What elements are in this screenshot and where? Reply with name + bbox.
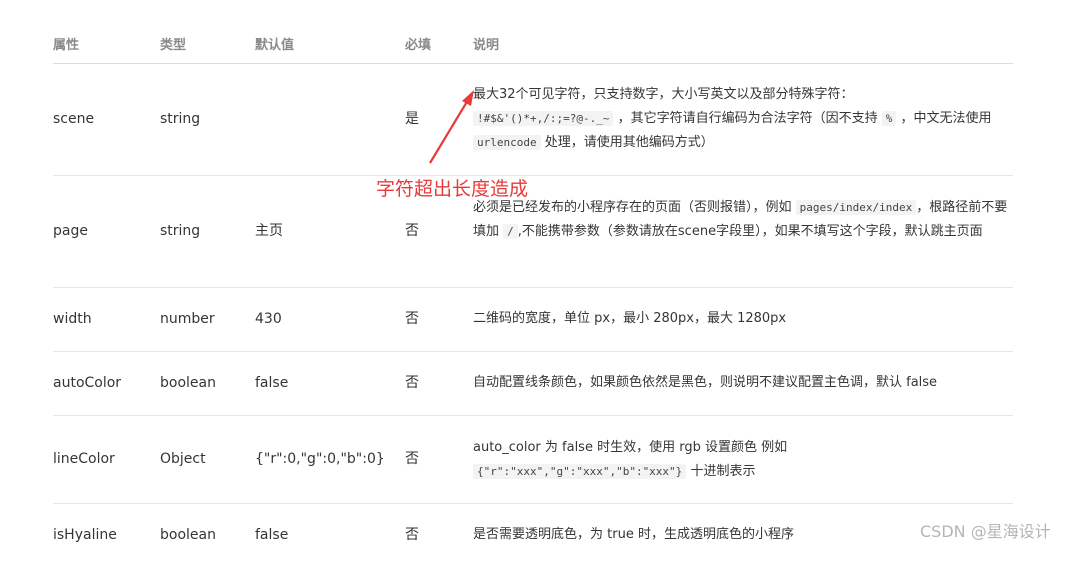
cell-name: lineColor	[53, 451, 115, 467]
desc-code: {"r":"xxx","g":"xxx","b":"xxx"}	[473, 464, 687, 479]
cell-name: width	[53, 311, 92, 327]
desc-text: 处理，请使用其他编码方式）	[544, 135, 714, 150]
cell-desc: 必须是已经发布的小程序存在的页面（否则报错），例如 pages/index/in…	[473, 196, 1015, 244]
desc-text: auto_color 为 false 时生效，使用 rgb 设置颜色 例如	[473, 440, 788, 455]
cell-desc: 最大32个可见字符，只支持数字，大小写英文以及部分特殊字符： !#$&'()*+…	[473, 83, 1015, 155]
cell-default: 430	[255, 311, 282, 327]
params-table: 属性 类型 默认值 必填 说明 scene string 是 最大32个可见字符…	[53, 20, 1013, 564]
cell-name: isHyaline	[53, 527, 117, 543]
table-row: width number 430 否 二维码的宽度，单位 px，最小 280px…	[53, 288, 1013, 352]
cell-desc: 自动配置线条颜色，如果颜色依然是黑色，则说明不建议配置主色调，默认 false	[473, 375, 938, 390]
desc-text: ，其它字符请自行编码为合法字符（因不支持	[617, 111, 878, 126]
header-default: 默认值	[255, 38, 295, 53]
cell-type: boolean	[160, 375, 216, 391]
cell-default: 主页	[255, 223, 283, 239]
watermark: CSDN @星海设计	[920, 522, 1051, 541]
cell-required: 是	[405, 111, 419, 127]
table-row: page string 主页 否 必须是已经发布的小程序存在的页面（否则报错），…	[53, 176, 1013, 288]
cell-required: 否	[405, 223, 419, 239]
cell-type: number	[160, 311, 215, 327]
annotation-text: 字符超出长度造成	[376, 178, 529, 200]
cell-default: false	[255, 527, 289, 543]
table-row: scene string 是 最大32个可见字符，只支持数字，大小写英文以及部分…	[53, 64, 1013, 176]
cell-type: Object	[160, 451, 206, 467]
header-desc: 说明	[473, 38, 500, 53]
cell-type: string	[160, 223, 201, 239]
table-row: autoColor boolean false 否 自动配置线条颜色，如果颜色依…	[53, 352, 1013, 416]
cell-name: autoColor	[53, 375, 122, 391]
desc-text: 最大32个可见字符，只支持数字，大小写英文以及部分特殊字符：	[473, 87, 854, 102]
cell-type: string	[160, 111, 201, 127]
cell-type: boolean	[160, 527, 216, 543]
desc-code: !#$&'()*+,/:;=?@-._~	[473, 111, 614, 126]
header-type: 类型	[160, 38, 187, 53]
desc-text: 必须是已经发布的小程序存在的页面（否则报错），例如	[473, 200, 792, 215]
table-row: lineColor Object {"r":0,"g":0,"b":0} 否 a…	[53, 416, 1013, 504]
cell-name: scene	[53, 111, 95, 127]
cell-desc: auto_color 为 false 时生效，使用 rgb 设置颜色 例如 {"…	[473, 436, 1015, 484]
cell-default: false	[255, 375, 289, 391]
desc-text: ，中文无法使用	[900, 111, 992, 126]
desc-code: /	[503, 224, 518, 239]
cell-required: 否	[405, 527, 419, 543]
cell-required: 否	[405, 451, 419, 467]
cell-required: 否	[405, 311, 419, 327]
cell-required: 否	[405, 375, 419, 391]
desc-text: ,不能携带参数（参数请放在scene字段里），如果不填写这个字段，默认跳主页面	[517, 224, 983, 239]
desc-code: pages/index/index	[795, 200, 917, 215]
desc-code: %	[881, 111, 897, 126]
cell-name: page	[53, 223, 88, 239]
cell-desc: 二维码的宽度，单位 px，最小 280px，最大 1280px	[473, 311, 787, 326]
header-name: 属性	[53, 38, 80, 53]
header-required: 必填	[405, 38, 432, 53]
desc-text: 十进制表示	[690, 464, 756, 479]
table-header: 属性 类型 默认值 必填 说明	[53, 20, 1013, 64]
cell-default: {"r":0,"g":0,"b":0}	[255, 451, 385, 467]
table-row: isHyaline boolean false 否 是否需要透明底色，为 tru…	[53, 504, 1013, 564]
desc-code: urlencode	[473, 135, 541, 150]
